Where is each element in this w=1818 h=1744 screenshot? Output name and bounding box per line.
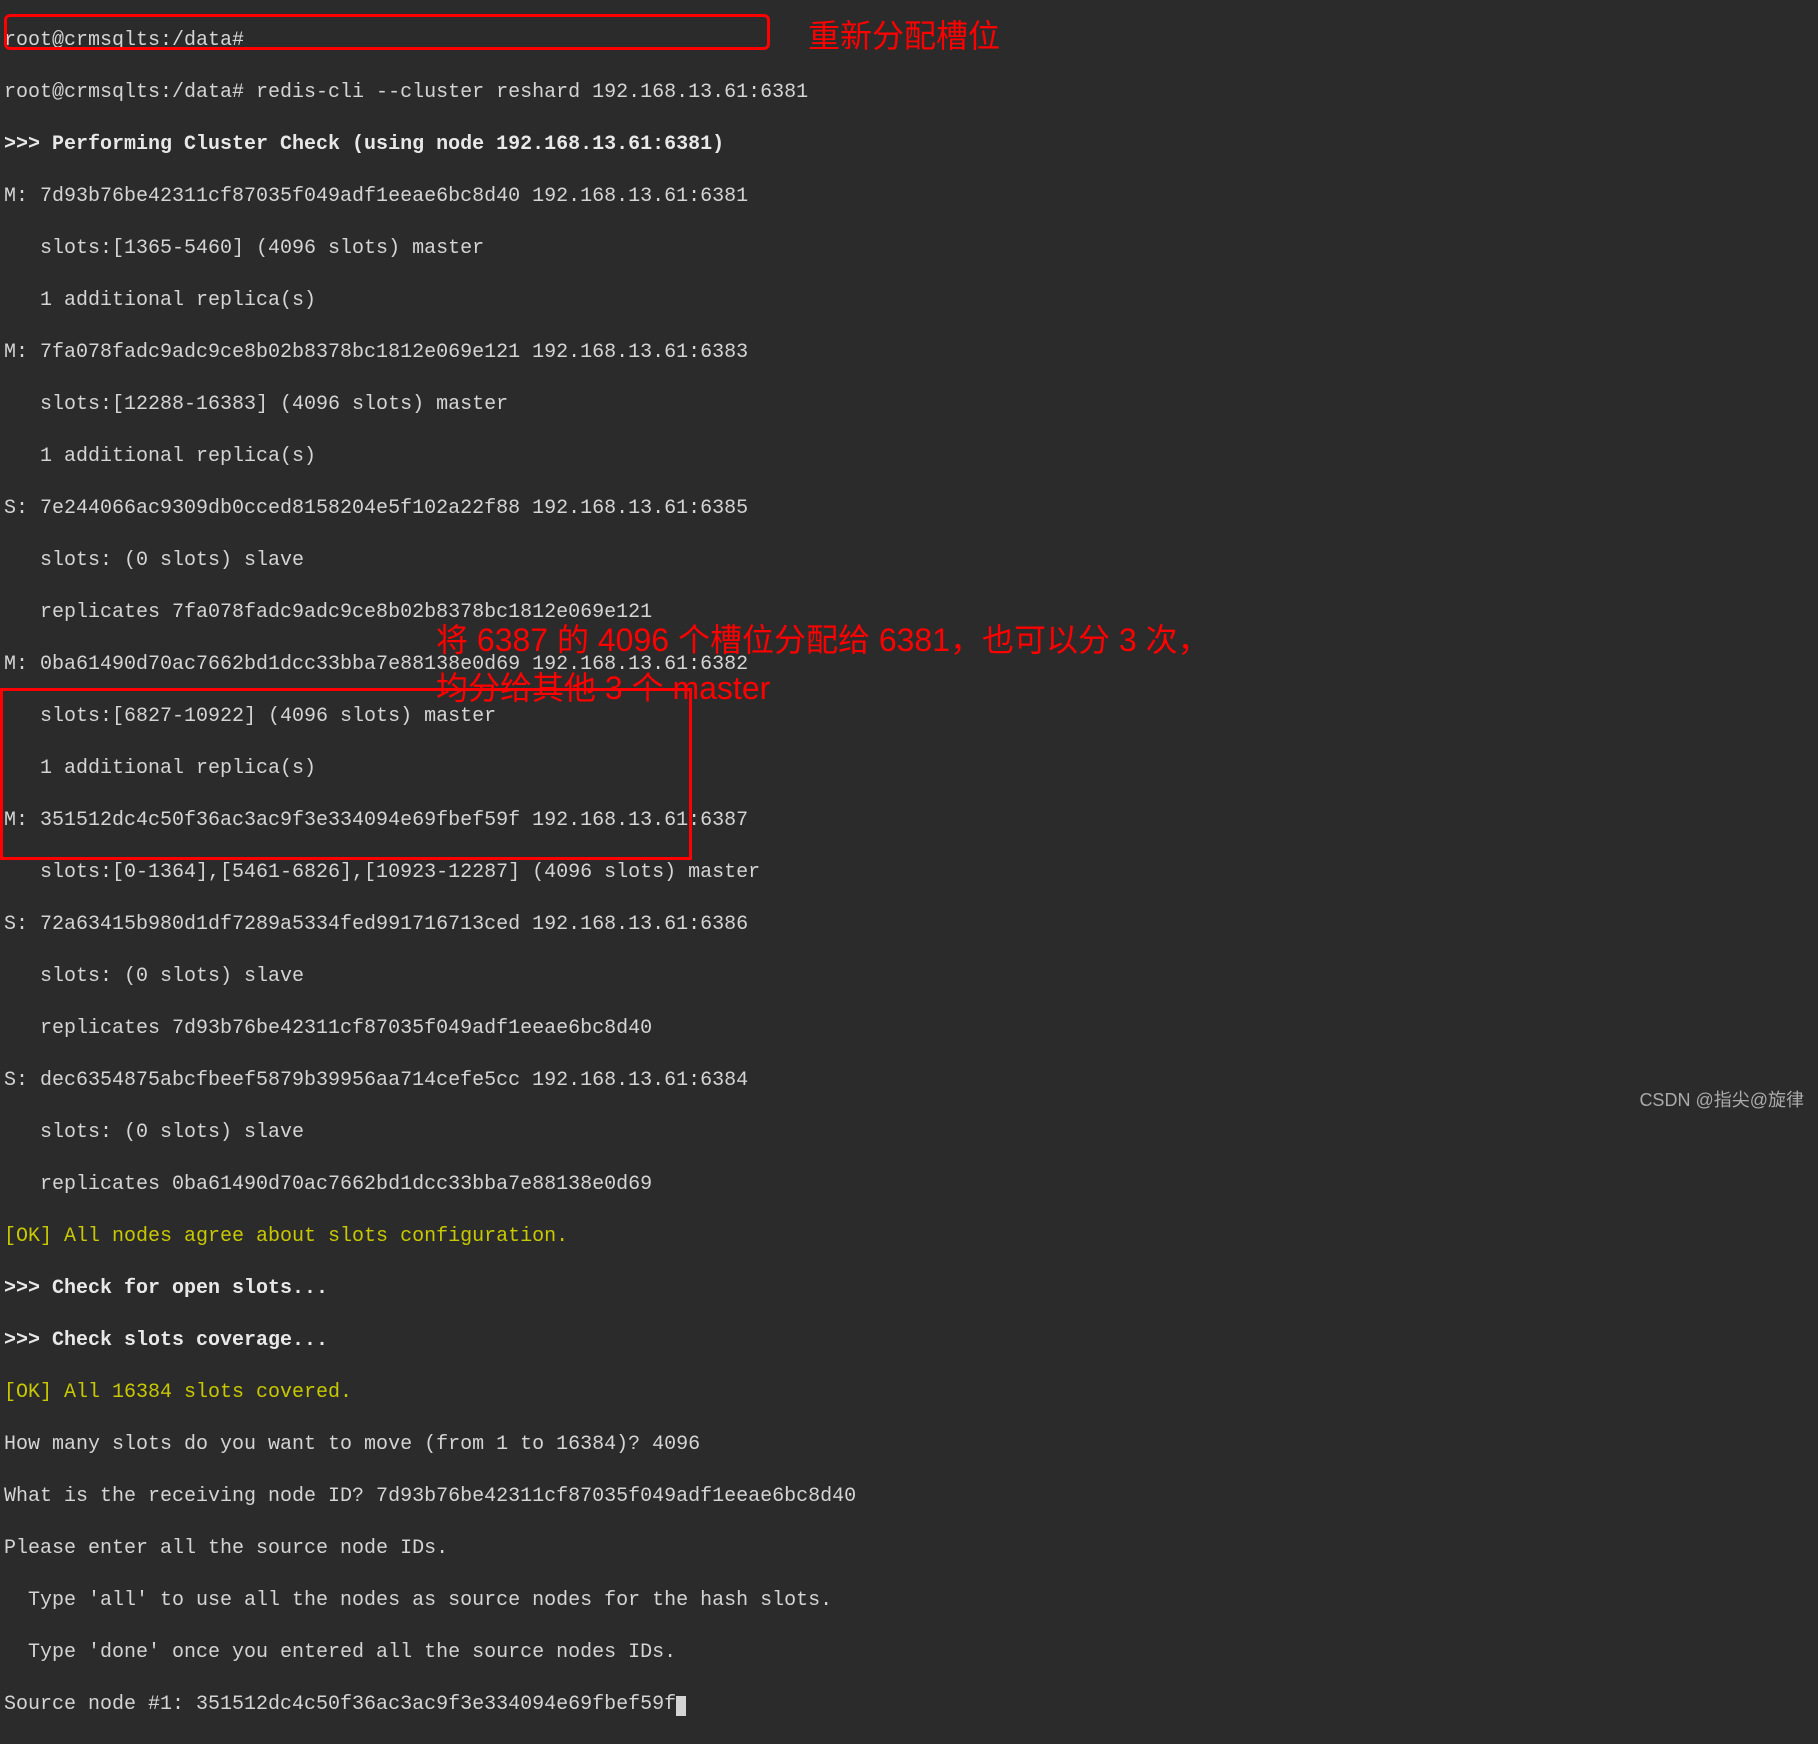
node-line: 1 additional replica(s)	[4, 444, 1814, 470]
node-line: S: 7e244066ac9309db0cced8158204e5f102a22…	[4, 496, 1814, 522]
node-line: slots:[12288-16383] (4096 slots) master	[4, 392, 1814, 418]
node-line: S: 72a63415b980d1df7289a5334fed991716713…	[4, 912, 1814, 938]
node-line: 1 additional replica(s)	[4, 756, 1814, 782]
terminal-output[interactable]: root@crmsqlts:/data# root@crmsqlts:/data…	[4, 2, 1814, 1744]
node-line: slots: (0 slots) slave	[4, 548, 1814, 574]
node-line: M: 351512dc4c50f36ac3ac9f3e334094e69fbef…	[4, 808, 1814, 834]
node-line: 1 additional replica(s)	[4, 288, 1814, 314]
hint-done: Type 'done' once you entered all the sou…	[4, 1640, 1814, 1666]
question-source-nodes: Please enter all the source node IDs.	[4, 1536, 1814, 1562]
node-line: replicates 0ba61490d70ac7662bd1dcc33bba7…	[4, 1172, 1814, 1198]
node-line: replicates 7d93b76be42311cf87035f049adf1…	[4, 1016, 1814, 1042]
check-line: >>> Check for open slots...	[4, 1276, 1814, 1302]
cursor-icon	[676, 1696, 686, 1716]
question-receiving-node: What is the receiving node ID? 7d93b76be…	[4, 1484, 1814, 1510]
annotation-line: 均分给其他 3 个 master	[436, 664, 1210, 712]
question-slots: How many slots do you want to move (from…	[4, 1432, 1814, 1458]
node-line: M: 7fa078fadc9adc9ce8b02b8378bc1812e069e…	[4, 340, 1814, 366]
command-line: root@crmsqlts:/data# redis-cli --cluster…	[4, 80, 1814, 106]
node-line: slots:[1365-5460] (4096 slots) master	[4, 236, 1814, 262]
hint-all: Type 'all' to use all the nodes as sourc…	[4, 1588, 1814, 1614]
watermark: CSDN @指尖@旋律	[1639, 1089, 1804, 1112]
annotation-line: 将 6387 的 4096 个槽位分配给 6381，也可以分 3 次，	[436, 616, 1210, 664]
check-line: >>> Check slots coverage...	[4, 1328, 1814, 1354]
node-line: M: 7d93b76be42311cf87035f049adf1eeae6bc8…	[4, 184, 1814, 210]
annotation-distribute: 将 6387 的 4096 个槽位分配给 6381，也可以分 3 次， 均分给其…	[436, 616, 1210, 712]
node-line: slots: (0 slots) slave	[4, 1120, 1814, 1146]
ok-line: [OK] All 16384 slots covered.	[4, 1380, 1814, 1406]
ok-line: [OK] All nodes agree about slots configu…	[4, 1224, 1814, 1250]
node-line: slots:[0-1364],[5461-6826],[10923-12287]…	[4, 860, 1814, 886]
node-line: slots: (0 slots) slave	[4, 964, 1814, 990]
annotation-reshard: 重新分配槽位	[808, 16, 1000, 58]
source-node-input: Source node #1: 351512dc4c50f36ac3ac9f3e…	[4, 1692, 1814, 1718]
node-line: S: dec6354875abcfbeef5879b39956aa714cefe…	[4, 1068, 1814, 1094]
cluster-check-header: >>> Performing Cluster Check (using node…	[4, 132, 1814, 158]
